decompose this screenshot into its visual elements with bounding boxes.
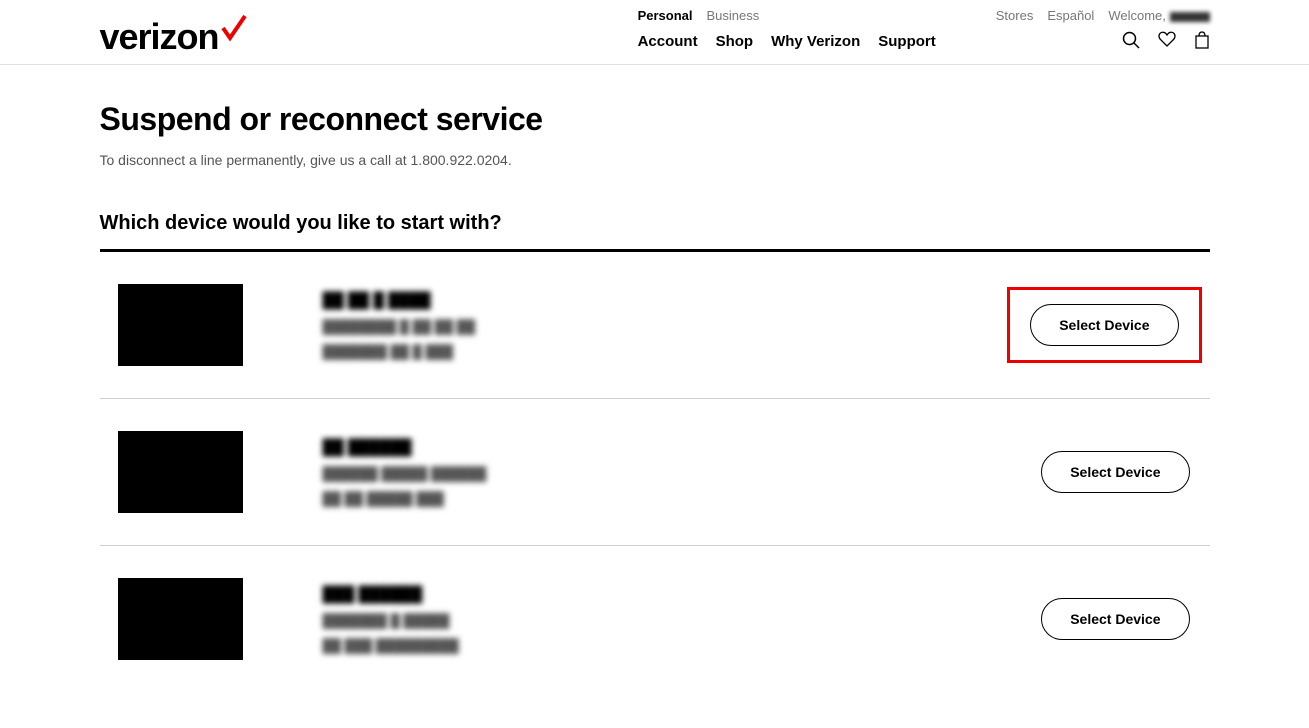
brand-logo[interactable]: verizon <box>100 8 247 58</box>
link-stores[interactable]: Stores <box>996 8 1034 23</box>
device-detail-1: ███████ █ █████ <box>323 613 1002 628</box>
tab-personal[interactable]: Personal <box>638 8 693 23</box>
utility-nav: Stores Español Welcome, <box>996 8 1210 23</box>
select-device-button[interactable]: Select Device <box>1041 451 1189 493</box>
nav-shop[interactable]: Shop <box>716 33 754 50</box>
device-thumbnail <box>118 578 243 660</box>
search-icon[interactable] <box>1122 31 1140 49</box>
device-name: ██ ██ █ ████ <box>323 292 968 309</box>
device-thumbnail <box>118 284 243 366</box>
device-row: ██ ██ █ ████ ████████ █ ██ ██ ██ ███████… <box>100 252 1210 399</box>
device-detail-2: ██ ██ █████ ███ <box>323 491 1002 506</box>
device-row: ███ ██████ ███████ █ █████ ██ ███ ██████… <box>100 546 1210 692</box>
primary-nav: Account Shop Why Verizon Support <box>638 33 936 64</box>
verizon-check-icon <box>221 14 247 42</box>
device-name: ██ ██████ <box>323 439 1002 456</box>
main-content: Suspend or reconnect service To disconne… <box>55 65 1255 728</box>
brand-name: verizon <box>100 16 219 58</box>
device-thumbnail <box>118 431 243 513</box>
device-detail-2: ██ ███ █████████ <box>323 638 1002 653</box>
device-row: ██ ██████ ██████ █████ ██████ ██ ██ ████… <box>100 399 1210 546</box>
nav-account[interactable]: Account <box>638 33 698 50</box>
select-device-button[interactable]: Select Device <box>1030 304 1178 346</box>
page-title: Suspend or reconnect service <box>100 101 1210 138</box>
section-title: Which device would you like to start wit… <box>100 212 1210 235</box>
device-name: ███ ██████ <box>323 586 1002 603</box>
select-device-button[interactable]: Select Device <box>1041 598 1189 640</box>
highlight-annotation: Select Device <box>1007 287 1201 363</box>
audience-tabs: Personal Business <box>638 8 936 23</box>
heart-icon[interactable] <box>1158 31 1176 49</box>
device-detail-2: ███████ ██ █ ███ <box>323 344 968 359</box>
nav-support[interactable]: Support <box>878 33 936 50</box>
link-espanol[interactable]: Español <box>1047 8 1094 23</box>
link-welcome[interactable]: Welcome, <box>1108 8 1209 23</box>
device-detail-1: ██████ █████ ██████ <box>323 466 1002 481</box>
bag-icon[interactable] <box>1194 31 1210 49</box>
nav-why-verizon[interactable]: Why Verizon <box>771 33 860 50</box>
tab-business[interactable]: Business <box>706 8 759 23</box>
user-name-redacted <box>1170 12 1210 22</box>
page-subtitle: To disconnect a line permanently, give u… <box>100 152 1210 168</box>
site-header: verizon Personal Business Account Shop W… <box>0 0 1309 65</box>
device-detail-1: ████████ █ ██ ██ ██ <box>323 319 968 334</box>
